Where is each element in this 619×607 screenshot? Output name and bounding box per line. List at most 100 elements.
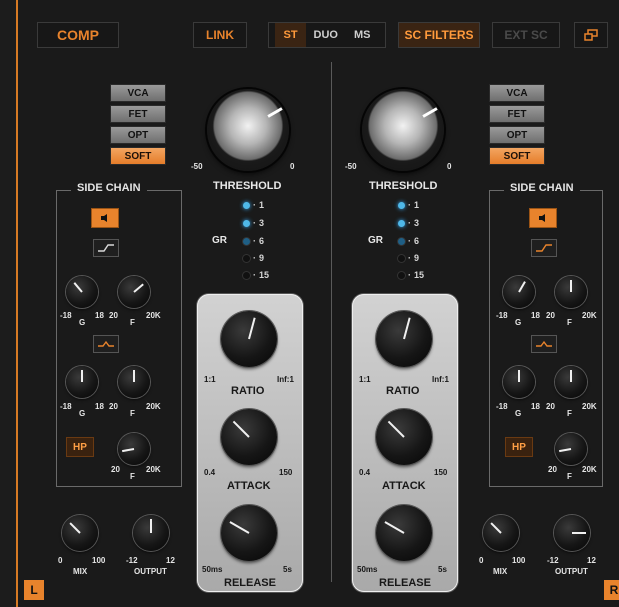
left-sidechain-listen-button[interactable] [91, 208, 119, 228]
left-output-knob[interactable] [133, 515, 169, 551]
right-output-knob[interactable] [554, 515, 590, 551]
left-threshold-knob[interactable] [207, 89, 289, 171]
left-release-max: 5s [283, 565, 292, 574]
left-band2-gmax: 18 [95, 402, 104, 411]
right-release-label: RELEASE [379, 577, 431, 589]
right-sidechain-listen-button[interactable] [529, 208, 557, 228]
right-type-vca[interactable]: VCA [489, 84, 545, 102]
sc-filters-button[interactable]: SC FILTERS [398, 22, 480, 48]
right-hp-button[interactable]: HP [505, 437, 533, 457]
window-button[interactable] [574, 22, 608, 48]
left-band1-f: F [130, 318, 135, 327]
left-mix-knob[interactable] [62, 515, 98, 551]
right-type-soft[interactable]: SOFT [489, 147, 545, 165]
right-band1-shelf-button[interactable] [531, 239, 557, 257]
shelf-filter-icon [536, 244, 552, 252]
left-type-vca[interactable]: VCA [110, 84, 166, 102]
right-threshold-min: -50 [345, 162, 357, 171]
right-mix-min: 0 [479, 556, 484, 565]
left-output-min: -12 [126, 556, 138, 565]
left-attack-knob[interactable] [221, 409, 277, 465]
left-band2-freq-knob[interactable] [118, 366, 150, 398]
left-band1-freq-knob[interactable] [118, 276, 150, 308]
mode-ms-button[interactable]: MS [346, 23, 379, 47]
right-band2-g: G [515, 409, 522, 418]
right-ratio-min: 1:1 [359, 375, 371, 384]
left-band2-g: G [79, 409, 86, 418]
right-band1-gain-knob[interactable] [503, 276, 535, 308]
left-band1-gmin: -18 [60, 311, 72, 320]
right-type-opt[interactable]: OPT [489, 126, 545, 144]
right-ratio-max: Inf:1 [432, 375, 449, 384]
right-release-knob[interactable] [376, 505, 432, 561]
right-band2-freq-knob[interactable] [555, 366, 587, 398]
mode-st-button[interactable]: ST [275, 23, 306, 47]
right-output-max: 12 [587, 556, 596, 565]
compressor-plugin: COMP LINK ST DUO MS SC FILTERS EXT SC VC… [0, 0, 619, 607]
right-ratio-label: RATIO [386, 385, 420, 397]
right-mix-label: MIX [493, 567, 508, 576]
left-threshold-label: THRESHOLD [213, 180, 282, 192]
right-band1-freq-knob[interactable] [555, 276, 587, 308]
left-band2-f: F [130, 409, 135, 418]
left-band1-gain-knob[interactable] [66, 276, 98, 308]
left-gr-mark: 15 [259, 270, 270, 280]
left-band2-fmax: 20K [146, 402, 161, 411]
left-threshold-pointer [267, 107, 283, 118]
left-band1-fmin: 20 [109, 311, 118, 320]
window-icon [584, 29, 598, 41]
left-mix-max: 100 [92, 556, 106, 565]
right-mix-max: 100 [512, 556, 526, 565]
right-band2-gmin: -18 [496, 402, 508, 411]
speaker-icon [101, 214, 107, 222]
left-threshold-min: -50 [191, 162, 203, 171]
left-attack-min: 0.4 [204, 468, 216, 477]
left-release-label: RELEASE [224, 577, 276, 589]
left-hp-button[interactable]: HP [66, 437, 94, 457]
left-ratio-knob[interactable] [221, 311, 277, 367]
left-type-soft[interactable]: SOFT [110, 147, 166, 165]
right-band1-fmin: 20 [546, 311, 555, 320]
right-gr-mark: 3 [414, 218, 420, 228]
left-band2-bell-button[interactable] [93, 335, 119, 353]
left-attack-label: ATTACK [227, 480, 271, 492]
right-mix-knob[interactable] [483, 515, 519, 551]
right-band2-gain-knob[interactable] [503, 366, 535, 398]
left-hp-fmax: 20K [146, 465, 161, 474]
left-hp-freq-knob[interactable] [118, 433, 150, 465]
right-attack-knob[interactable] [376, 409, 432, 465]
left-channel-badge: L [24, 580, 44, 600]
left-type-opt[interactable]: OPT [110, 126, 166, 144]
link-button[interactable]: LINK [193, 22, 247, 48]
right-threshold-label: THRESHOLD [369, 180, 438, 192]
comp-title: COMP [37, 22, 119, 48]
left-type-fet[interactable]: FET [110, 105, 166, 123]
right-type-fet[interactable]: FET [489, 105, 545, 123]
right-band1-f: F [567, 318, 572, 327]
left-ratio-min: 1:1 [204, 375, 216, 384]
ext-sc-button[interactable]: EXT SC [492, 22, 560, 48]
mode-duo-button[interactable]: DUO [306, 23, 346, 47]
left-gr-mark: 6 [259, 236, 265, 246]
right-hp-fmax: 20K [582, 465, 597, 474]
right-band2-gmax: 18 [531, 402, 540, 411]
left-band2-gain-knob[interactable] [66, 366, 98, 398]
left-gr-label: GR [212, 235, 227, 246]
right-band2-bell-button[interactable] [531, 335, 557, 353]
bell-filter-icon [98, 340, 114, 347]
left-band1-shelf-button[interactable] [93, 239, 119, 257]
right-ratio-knob[interactable] [376, 311, 432, 367]
right-attack-min: 0.4 [359, 468, 371, 477]
right-hp-freq-knob[interactable] [555, 433, 587, 465]
right-threshold-max: 0 [447, 162, 452, 171]
left-mix-min: 0 [58, 556, 63, 565]
left-ratio-label: RATIO [231, 385, 265, 397]
left-gr-mark: 1 [259, 200, 265, 210]
left-release-knob[interactable] [221, 505, 277, 561]
right-threshold-knob[interactable] [362, 89, 444, 171]
left-hp-fmin: 20 [111, 465, 120, 474]
left-output-label: OUTPUT [134, 567, 167, 576]
right-band1-gmax: 18 [531, 311, 540, 320]
left-band2-fmin: 20 [109, 402, 118, 411]
left-sidechain-title: SIDE CHAIN [71, 182, 147, 194]
